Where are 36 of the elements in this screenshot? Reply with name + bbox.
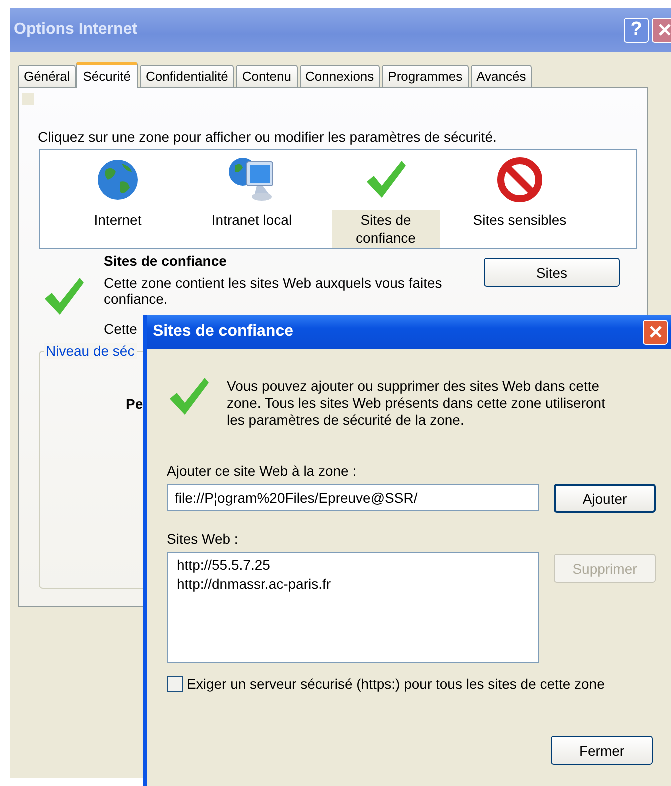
window-title: Options Internet bbox=[14, 21, 139, 39]
zone-note: Cette bbox=[104, 321, 138, 337]
tab[interactable]: Programmes bbox=[382, 65, 469, 87]
add-button[interactable]: Ajouter bbox=[554, 484, 656, 513]
close-button[interactable] bbox=[643, 320, 668, 344]
zone-description: Cette zone contient les sites Web auxquels vous faites confiance. bbox=[104, 275, 444, 307]
group-label: Niveau de séc bbox=[44, 343, 137, 359]
zone-item[interactable]: Intranet local bbox=[208, 210, 296, 230]
zone-title: Sites de confiance bbox=[104, 253, 228, 269]
zone-item[interactable]: Internet bbox=[91, 210, 145, 230]
instruction-text: Cliquez sur une zone pour afficher ou modifier les paramètres de sécurité. bbox=[38, 129, 498, 145]
small-square bbox=[22, 93, 34, 105]
zone-item[interactable]: Sites de confiance bbox=[332, 210, 440, 248]
dialog-description: Vous pouvez ajouter ou supprimer des sites Web dans cette zone. Tous les sites Web présents dans cette zone utiliseront les paramètres de sécurité de la zone. bbox=[227, 378, 606, 429]
url-input-field[interactable]: file://P¦ogram%20Files/Epreuve@SSR/ bbox=[167, 484, 539, 511]
checkbox[interactable] bbox=[167, 676, 183, 692]
close-icon bbox=[658, 23, 671, 37]
tab[interactable]: Sécurité bbox=[76, 62, 138, 88]
field-label: Ajouter ce site Web à la zone : bbox=[167, 463, 358, 479]
dialog-title: Sites de confiance bbox=[153, 323, 294, 341]
close-button[interactable] bbox=[652, 18, 671, 42]
checkbox-label: Exiger un serveur sécurisé (https:) pour tous les sites de cette zone bbox=[187, 676, 605, 692]
site-item[interactable]: http://55.5.7.25 bbox=[177, 556, 529, 575]
zone-item[interactable]: Sites sensibles bbox=[470, 210, 570, 230]
tab[interactable]: Avancés bbox=[470, 65, 532, 87]
list-label: Sites Web : bbox=[167, 531, 240, 547]
tab[interactable]: Général bbox=[18, 65, 76, 87]
tab[interactable]: Contenu bbox=[236, 65, 298, 87]
close-dialog-button[interactable]: Fermer bbox=[551, 736, 653, 765]
no-entry-icon bbox=[497, 156, 543, 204]
level-text: Pe bbox=[126, 396, 144, 412]
sites-button[interactable]: Sites bbox=[484, 258, 620, 287]
tab[interactable]: Connexions bbox=[300, 65, 380, 87]
close-icon bbox=[648, 325, 662, 339]
tab[interactable]: Confidentialité bbox=[140, 65, 234, 87]
site-item[interactable]: http://dnmassr.ac-paris.fr bbox=[177, 575, 529, 594]
